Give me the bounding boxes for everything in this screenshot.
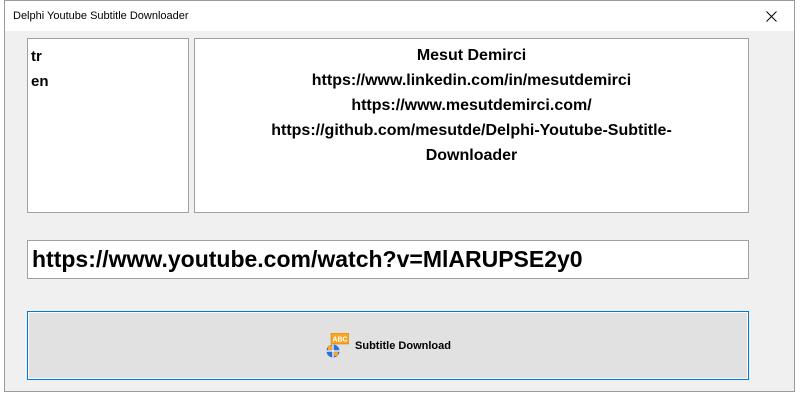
title-bar[interactable]: Delphi Youtube Subtitle Downloader — [5, 1, 794, 31]
svg-text:ABC: ABC — [332, 336, 347, 343]
close-button[interactable] — [748, 1, 794, 31]
window-title: Delphi Youtube Subtitle Downloader — [13, 10, 189, 22]
language-item-tr[interactable]: tr — [31, 44, 188, 69]
subtitle-download-label: Subtitle Download — [355, 339, 451, 352]
website-link: https://www.mesutdemirci.com/ — [351, 97, 592, 114]
language-list[interactable]: tr en — [27, 38, 189, 213]
close-icon — [765, 10, 777, 22]
youtube-url-input[interactable] — [27, 240, 749, 279]
github-link-part2: Downloader — [425, 147, 518, 164]
subtitle-download-button[interactable]: ABC Subtitle Download — [27, 311, 749, 380]
app-window: Delphi Youtube Subtitle Downloader tr en… — [4, 0, 795, 392]
github-link-part1: https://github.com/mesutde/Delphi-Youtub… — [271, 122, 672, 139]
linkedin-link: https://www.linkedin.com/in/mesutdemirci — [311, 72, 632, 89]
abc-globe-icon: ABC — [326, 332, 350, 357]
author-info-memo[interactable]: Mesut Demirci https://www.linkedin.com/i… — [194, 38, 749, 213]
language-item-en[interactable]: en — [31, 69, 188, 94]
author-name: Mesut Demirci — [416, 47, 527, 64]
